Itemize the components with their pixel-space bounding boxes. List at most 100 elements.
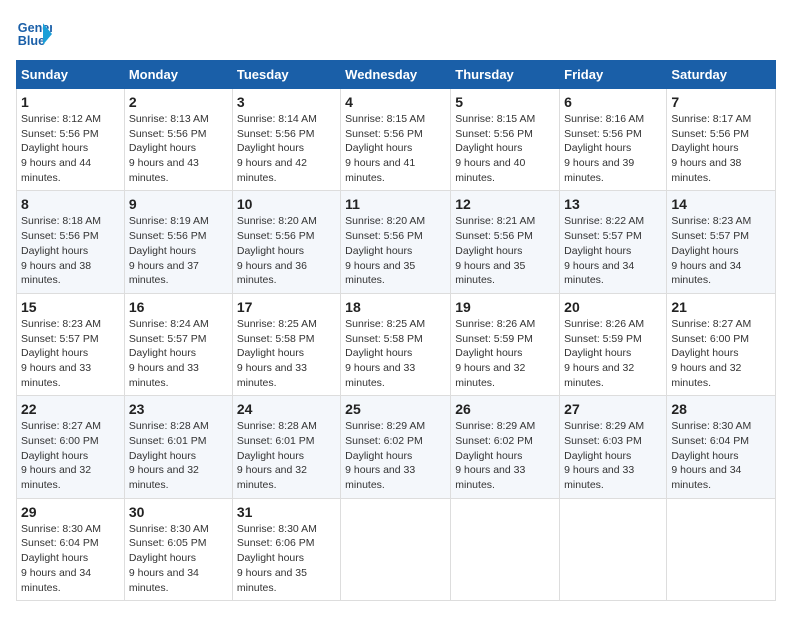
calendar-cell: 17 Sunrise: 8:25 AMSunset: 5:58 PMDayligh… — [232, 293, 340, 395]
calendar-cell: 10 Sunrise: 8:20 AMSunset: 5:56 PMDayligh… — [232, 191, 340, 293]
day-number: 6 — [564, 94, 662, 110]
day-number: 30 — [129, 504, 228, 520]
day-number: 2 — [129, 94, 228, 110]
calendar-cell — [560, 498, 667, 600]
calendar-cell — [451, 498, 560, 600]
cell-content: Sunrise: 8:23 AMSunset: 5:57 PMDaylight … — [21, 317, 120, 390]
cell-content: Sunrise: 8:30 AMSunset: 6:06 PMDaylight … — [237, 522, 336, 595]
calendar-cell: 30 Sunrise: 8:30 AMSunset: 6:05 PMDayligh… — [124, 498, 232, 600]
day-number: 13 — [564, 196, 662, 212]
calendar-cell: 20 Sunrise: 8:26 AMSunset: 5:59 PMDayligh… — [560, 293, 667, 395]
calendar-cell: 26 Sunrise: 8:29 AMSunset: 6:02 PMDayligh… — [451, 396, 560, 498]
calendar-cell: 14Sunrise: 8:23 AMSunset: 5:57 PMDayligh… — [667, 191, 776, 293]
cell-content: Sunrise: 8:13 AMSunset: 5:56 PMDaylight … — [129, 112, 228, 185]
day-number: 20 — [564, 299, 662, 315]
calendar-cell: 21Sunrise: 8:27 AMSunset: 6:00 PMDayligh… — [667, 293, 776, 395]
calendar-cell: 9Sunrise: 8:19 AMSunset: 5:56 PMDaylight… — [124, 191, 232, 293]
cell-content: Sunrise: 8:29 AMSunset: 6:03 PMDaylight … — [564, 419, 662, 492]
day-number: 21 — [671, 299, 771, 315]
cell-content: Sunrise: 8:28 AMSunset: 6:01 PMDaylight … — [237, 419, 336, 492]
calendar-cell: 6 Sunrise: 8:16 AMSunset: 5:56 PMDaylight… — [560, 89, 667, 191]
calendar-cell — [667, 498, 776, 600]
calendar-cell: 28 Sunrise: 8:30 AMSunset: 6:04 PMDayligh… — [667, 396, 776, 498]
day-number: 28 — [671, 401, 771, 417]
cell-content: Sunrise: 8:24 AMSunset: 5:57 PMDaylight … — [129, 317, 228, 390]
day-number: 8 — [21, 196, 120, 212]
cell-content: Sunrise: 8:20 AMSunset: 5:56 PMDaylight … — [345, 214, 446, 287]
day-number: 11 — [345, 196, 446, 212]
cell-content: Sunrise: 8:30 AMSunset: 6:05 PMDaylight … — [129, 522, 228, 595]
day-number: 24 — [237, 401, 336, 417]
calendar-cell: 22 Sunrise: 8:27 AMSunset: 6:00 PMDayligh… — [17, 396, 125, 498]
cell-content: Sunrise: 8:26 AMSunset: 5:59 PMDaylight … — [455, 317, 555, 390]
calendar-week-2: 8 Sunrise: 8:18 AMSunset: 5:56 PMDaylight… — [17, 191, 776, 293]
day-number: 16 — [129, 299, 228, 315]
logo-icon: General Blue — [16, 16, 52, 52]
calendar-cell — [341, 498, 451, 600]
day-number: 23 — [129, 401, 228, 417]
cell-content: Sunrise: 8:22 AMSunset: 5:57 PMDaylight … — [564, 214, 662, 287]
cell-content: Sunrise: 8:26 AMSunset: 5:59 PMDaylight … — [564, 317, 662, 390]
day-number: 1 — [21, 94, 120, 110]
day-number: 12 — [455, 196, 555, 212]
column-header-tuesday: Tuesday — [232, 61, 340, 89]
cell-content: Sunrise: 8:25 AMSunset: 5:58 PMDaylight … — [237, 317, 336, 390]
day-number: 5 — [455, 94, 555, 110]
day-number: 25 — [345, 401, 446, 417]
day-number: 29 — [21, 504, 120, 520]
page-header: General Blue — [16, 16, 776, 52]
column-header-monday: Monday — [124, 61, 232, 89]
calendar-cell: 27Sunrise: 8:29 AMSunset: 6:03 PMDayligh… — [560, 396, 667, 498]
cell-content: Sunrise: 8:21 AMSunset: 5:56 PMDaylight … — [455, 214, 555, 287]
logo: General Blue — [16, 16, 56, 52]
calendar-cell: 2 Sunrise: 8:13 AMSunset: 5:56 PMDaylight… — [124, 89, 232, 191]
calendar-cell: 18Sunrise: 8:25 AMSunset: 5:58 PMDayligh… — [341, 293, 451, 395]
day-number: 14 — [671, 196, 771, 212]
calendar-cell: 29 Sunrise: 8:30 AMSunset: 6:04 PMDayligh… — [17, 498, 125, 600]
calendar-cell: 23 Sunrise: 8:28 AMSunset: 6:01 PMDayligh… — [124, 396, 232, 498]
cell-content: Sunrise: 8:16 AMSunset: 5:56 PMDaylight … — [564, 112, 662, 185]
cell-content: Sunrise: 8:19 AMSunset: 5:56 PMDaylight … — [129, 214, 228, 287]
day-number: 26 — [455, 401, 555, 417]
cell-content: Sunrise: 8:14 AMSunset: 5:56 PMDaylight … — [237, 112, 336, 185]
cell-content: Sunrise: 8:15 AMSunset: 5:56 PMDaylight … — [345, 112, 446, 185]
calendar-cell: 24 Sunrise: 8:28 AMSunset: 6:01 PMDayligh… — [232, 396, 340, 498]
cell-content: Sunrise: 8:29 AMSunset: 6:02 PMDaylight … — [455, 419, 555, 492]
cell-content: Sunrise: 8:18 AMSunset: 5:56 PMDaylight … — [21, 214, 120, 287]
day-number: 7 — [671, 94, 771, 110]
calendar-week-1: 1 Sunrise: 8:12 AMSunset: 5:56 PMDaylight… — [17, 89, 776, 191]
cell-content: Sunrise: 8:15 AMSunset: 5:56 PMDaylight … — [455, 112, 555, 185]
column-header-wednesday: Wednesday — [341, 61, 451, 89]
calendar-week-3: 15 Sunrise: 8:23 AMSunset: 5:57 PMDayligh… — [17, 293, 776, 395]
calendar-cell: 5 Sunrise: 8:15 AMSunset: 5:56 PMDaylight… — [451, 89, 560, 191]
day-number: 10 — [237, 196, 336, 212]
day-number: 3 — [237, 94, 336, 110]
calendar-week-5: 29 Sunrise: 8:30 AMSunset: 6:04 PMDayligh… — [17, 498, 776, 600]
day-number: 17 — [237, 299, 336, 315]
cell-content: Sunrise: 8:27 AMSunset: 6:00 PMDaylight … — [21, 419, 120, 492]
calendar-cell: 19 Sunrise: 8:26 AMSunset: 5:59 PMDayligh… — [451, 293, 560, 395]
svg-text:Blue: Blue — [18, 34, 45, 48]
cell-content: Sunrise: 8:17 AMSunset: 5:56 PMDaylight … — [671, 112, 771, 185]
calendar-cell: 8 Sunrise: 8:18 AMSunset: 5:56 PMDaylight… — [17, 191, 125, 293]
calendar-cell: 16 Sunrise: 8:24 AMSunset: 5:57 PMDayligh… — [124, 293, 232, 395]
day-number: 15 — [21, 299, 120, 315]
day-number: 4 — [345, 94, 446, 110]
calendar-cell: 7 Sunrise: 8:17 AMSunset: 5:56 PMDaylight… — [667, 89, 776, 191]
day-number: 19 — [455, 299, 555, 315]
cell-content: Sunrise: 8:12 AMSunset: 5:56 PMDaylight … — [21, 112, 120, 185]
calendar-cell: 15 Sunrise: 8:23 AMSunset: 5:57 PMDayligh… — [17, 293, 125, 395]
cell-content: Sunrise: 8:29 AMSunset: 6:02 PMDaylight … — [345, 419, 446, 492]
calendar-cell: 31Sunrise: 8:30 AMSunset: 6:06 PMDayligh… — [232, 498, 340, 600]
cell-content: Sunrise: 8:28 AMSunset: 6:01 PMDaylight … — [129, 419, 228, 492]
column-header-friday: Friday — [560, 61, 667, 89]
calendar-cell: 1 Sunrise: 8:12 AMSunset: 5:56 PMDaylight… — [17, 89, 125, 191]
cell-content: Sunrise: 8:30 AMSunset: 6:04 PMDaylight … — [21, 522, 120, 595]
cell-content: Sunrise: 8:30 AMSunset: 6:04 PMDaylight … — [671, 419, 771, 492]
day-number: 22 — [21, 401, 120, 417]
column-header-saturday: Saturday — [667, 61, 776, 89]
calendar-cell: 13 Sunrise: 8:22 AMSunset: 5:57 PMDayligh… — [560, 191, 667, 293]
cell-content: Sunrise: 8:20 AMSunset: 5:56 PMDaylight … — [237, 214, 336, 287]
cell-content: Sunrise: 8:25 AMSunset: 5:58 PMDaylight … — [345, 317, 446, 390]
calendar-cell: 3 Sunrise: 8:14 AMSunset: 5:56 PMDaylight… — [232, 89, 340, 191]
